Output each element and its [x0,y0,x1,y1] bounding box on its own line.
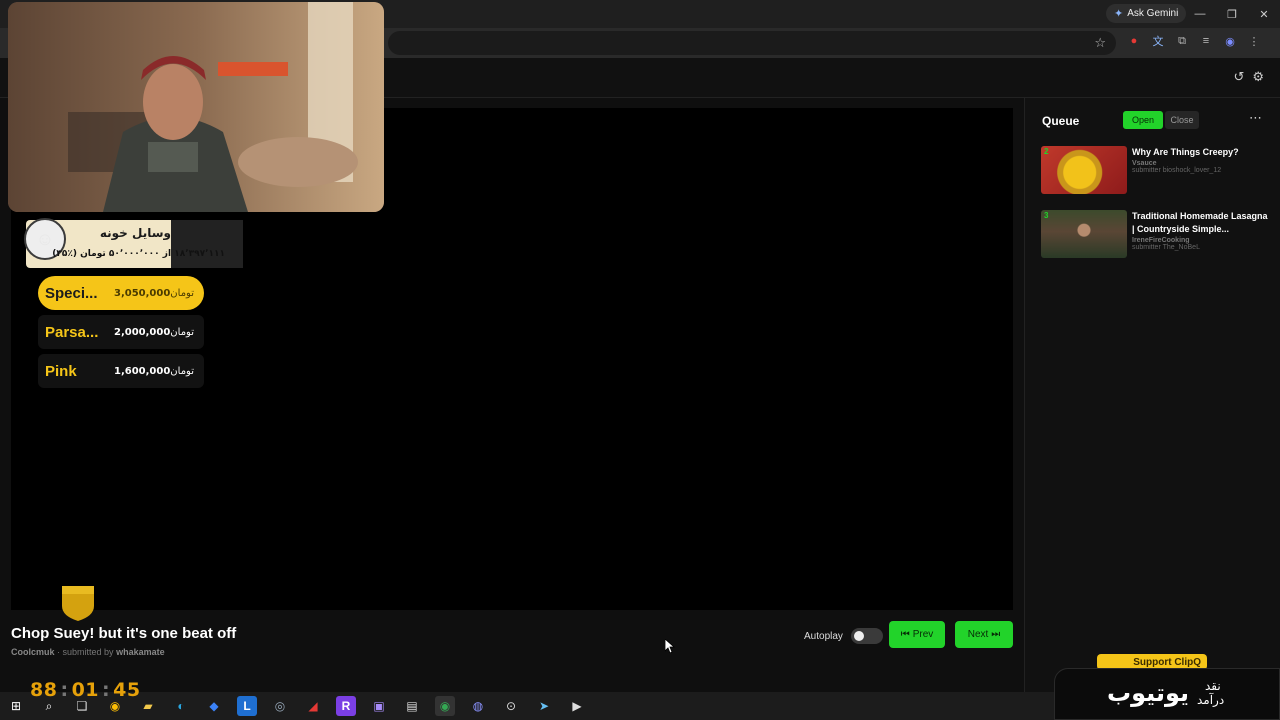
app-red-icon[interactable]: ◢ [303,696,323,716]
skip-next-icon: ⏭ [991,629,1001,640]
shield-badge-icon [62,586,94,621]
queue-panel: Queue Open Close ⋯ 2 Why Are Things Cree… [1024,98,1280,692]
app-l-icon[interactable]: L [237,696,257,716]
translate-icon[interactable]: 文 [1150,33,1166,49]
settings-sliders-icon[interactable]: ⚙ [1252,69,1264,85]
queue-close-button[interactable]: Close [1165,111,1199,129]
chrome-active-icon[interactable]: ◉ [435,696,455,716]
more-options-icon[interactable]: ⋯ [1249,110,1262,126]
skip-previous-icon: ⏮ [900,629,910,640]
donor-amount: تومان3,050,000 [113,287,194,299]
stream-timer: 88:01:45 [30,679,141,701]
obs-icon[interactable]: ⊙ [501,696,521,716]
timer-hours: 88 [30,679,58,701]
app-header-icons: ↺ ⚙ [1233,69,1264,85]
edge-icon[interactable]: ◐ [171,696,191,716]
queue-item-channel: Vsauce [1132,160,1157,167]
next-button[interactable]: Next ⏭ [955,621,1013,648]
submitted-by-label: submitted by [62,647,114,657]
steam-icon[interactable]: ➤ [534,696,554,716]
donation-goal-remaining [171,220,243,268]
queue-item-submitter: submitter bioshock_lover_12 [1132,167,1222,174]
minimize-button[interactable]: — [1184,0,1216,28]
queue-thumbnail: 3 [1041,210,1127,258]
reading-list-icon[interactable]: ≡ [1198,33,1214,49]
windows-start-icon[interactable]: ⊞ [6,696,26,716]
youtube-monetization-badge: یوتیوب نقد درآمد [1054,668,1280,720]
app-disc-icon[interactable]: ◎ [270,696,290,716]
media-player-icon[interactable]: ▶ [567,696,587,716]
mouse-cursor-icon [665,639,675,653]
window-controls: — ❐ ✕ [1184,0,1280,28]
queue-item-text: Traditional Homemade Lasagna | Countrysi… [1132,210,1272,251]
queue-item[interactable]: 3 Traditional Homemade Lasagna | Country… [1041,210,1269,260]
timer-minutes: 01 [71,679,100,701]
extensions-area: ● 文 ⧉ ≡ ◉ ⋮ [1126,33,1262,49]
leaderboard-entry: Speci... تومان3,050,000 [38,276,204,310]
queue-position: 3 [1044,211,1049,220]
restore-button[interactable]: ❐ [1216,0,1248,28]
screen: ✦ Ask Gemini — ❐ ✕ ☆ ● 文 ⧉ ≡ ◉ ⋮ ↺ ⚙ Cho… [0,0,1280,720]
video-submitter: whakamate [116,647,165,657]
queue-item-channel: IreneFireCooking [1132,237,1190,244]
queue-item-submitter: submitter The_NoBeL [1132,244,1200,251]
bookmark-star-icon[interactable]: ☆ [1094,35,1106,51]
donation-goal-title: وسایل خونه [99,226,171,240]
next-label: Next [967,629,989,640]
queue-thumbnail: 2 [1041,146,1127,194]
timer-separator: : [60,679,69,701]
donor-amount: تومان2,000,000 [113,326,194,338]
webcam-image [8,2,384,212]
app-window-icon[interactable]: ▤ [402,696,422,716]
donor-name: Pink [45,362,77,380]
profile-avatar-icon[interactable]: ◉ [1222,33,1238,49]
donor-name: Speci... [45,284,98,302]
autoplay-toggle[interactable] [850,628,883,644]
queue-item-title: Traditional Homemade Lasagna | Countrysi… [1132,211,1268,234]
webcam-overlay [8,2,384,212]
queue-item[interactable]: 2 Why Are Things Creepy? Vsauce submitte… [1041,146,1269,196]
prev-button[interactable]: ⏮ Prev [889,621,945,648]
support-clipq-label: Support ClipQ [1133,656,1201,668]
queue-position: 2 [1044,147,1049,156]
queue-open-button[interactable]: Open [1123,111,1163,129]
app-r-icon[interactable]: R [336,696,356,716]
video-title: Chop Suey! but it's one beat off [11,625,237,642]
timer-separator: : [102,679,111,701]
donor-amount: تومان1,600,000 [113,365,194,377]
leaderboard-entry: Parsa... تومان2,000,000 [38,315,204,349]
autoplay-control: Autoplay [804,628,883,644]
extension-red-icon[interactable]: ● [1126,33,1142,49]
video-meta: Coolcmuk · submitted by whakamate [11,647,165,657]
ask-gemini-label: Ask Gemini [1127,8,1179,19]
donation-goal-widget: ☺ وسایل خونه ۱۸٬۳۹۷٬۱۱۱ از ۵۰٬۰۰۰٬۰۰۰ تو… [24,218,243,268]
autoplay-label: Autoplay [804,630,843,642]
address-bar[interactable]: ☆ [388,31,1116,55]
app-blue-icon[interactable]: ◆ [204,696,224,716]
queue-item-title: Why Are Things Creepy? [1132,147,1239,157]
browser-menu-icon[interactable]: ⋮ [1246,33,1262,49]
yt-badge-line1: نقد [1205,679,1221,693]
timer-seconds: 45 [113,679,141,701]
app-purple-icon[interactable]: ▣ [369,696,389,716]
queue-item-text: Why Are Things Creepy? Vsauce submitter … [1132,146,1272,174]
history-icon[interactable]: ↺ [1233,69,1244,85]
donor-name: Parsa... [45,323,99,341]
yt-badge-line2: درآمد [1197,693,1225,707]
close-window-button[interactable]: ✕ [1248,0,1280,28]
ask-gemini-button[interactable]: ✦ Ask Gemini [1106,4,1187,23]
puzzle-extensions-icon[interactable]: ⧉ [1174,33,1190,49]
discord-icon[interactable]: ◍ [468,696,488,716]
donation-goal-progress: ۱۸٬۳۹۷٬۱۱۱ از ۵۰٬۰۰۰٬۰۰۰ تومان (٪۳۵) [52,249,225,259]
yt-badge-title: یوتیوب [1107,679,1190,707]
video-channel[interactable]: Coolcmuk [11,647,55,657]
queue-title: Queue [1042,114,1080,128]
prev-label: Prev [912,629,934,640]
file-explorer-icon[interactable]: ▰ [138,696,158,716]
gemini-sparkle-icon: ✦ [1114,8,1124,20]
leaderboard-entry: Pink تومان1,600,000 [38,354,204,388]
